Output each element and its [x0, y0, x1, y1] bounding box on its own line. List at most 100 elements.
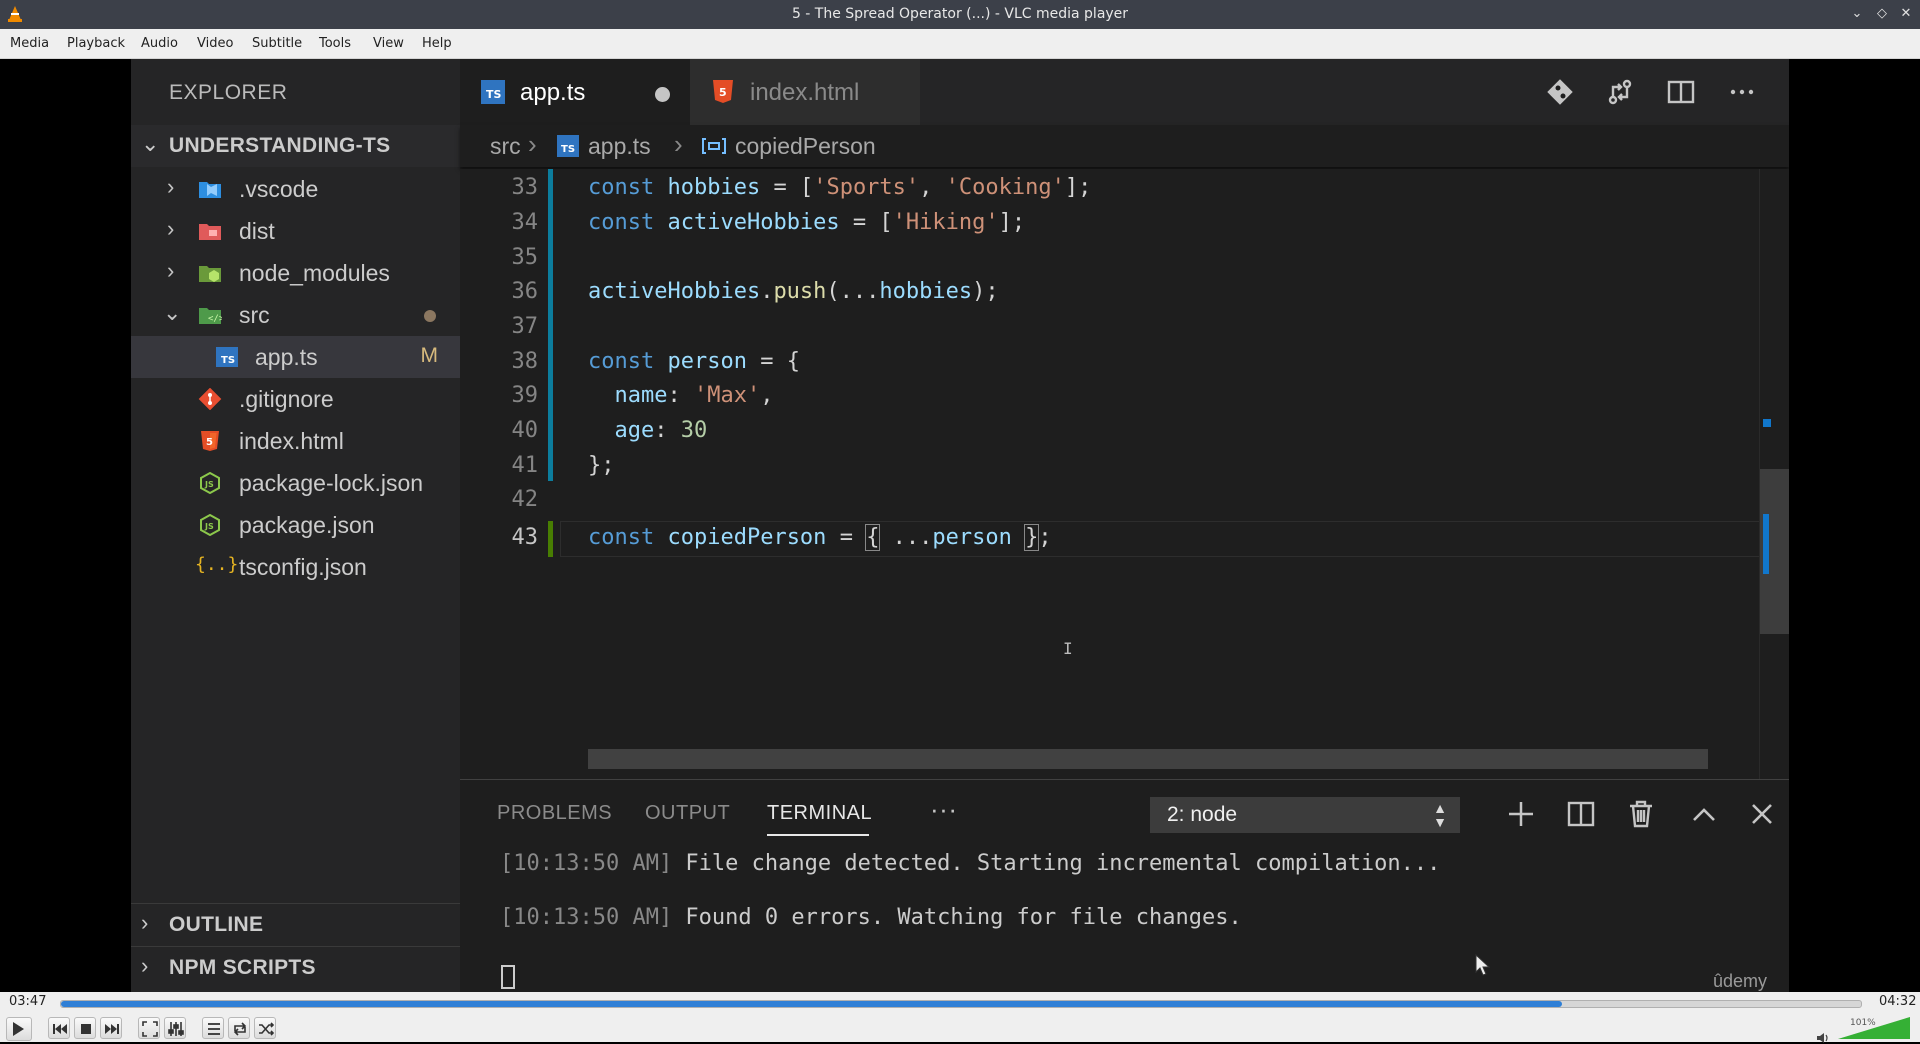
fullscreen-icon: [142, 1021, 158, 1037]
select-arrows-icon: ▲ ▼: [1433, 800, 1447, 830]
breadcrumb-app-ts[interactable]: app.ts: [588, 133, 651, 160]
panel-tab-output[interactable]: OUTPUT: [645, 802, 730, 825]
svg-text:5: 5: [719, 86, 727, 99]
svg-text:JS: JS: [204, 522, 214, 531]
menu-media[interactable]: Media: [10, 36, 49, 51]
maximize-icon[interactable]: ◇: [1873, 5, 1891, 23]
more-actions-icon[interactable]: [1727, 77, 1757, 107]
tab-app-ts[interactable]: TS app.ts: [460, 59, 690, 125]
line-number: 40: [511, 418, 539, 443]
terminal-message: Found 0 errors. Watching for file change…: [672, 905, 1242, 930]
tree-item-index-html[interactable]: 5 index.html: [131, 420, 460, 462]
terminal-select[interactable]: 2: node ▲ ▼: [1150, 797, 1460, 833]
breadcrumb-symbol[interactable]: copiedPerson: [735, 133, 876, 160]
outline-section[interactable]: › OUTLINE: [131, 903, 460, 945]
svg-text:5: 5: [206, 437, 213, 448]
next-button[interactable]: [100, 1017, 122, 1039]
terminal-line: [10:13:50 AM] Found 0 errors. Watching f…: [500, 905, 1242, 930]
unsaved-dot-icon[interactable]: [655, 87, 670, 102]
chevron-down-icon: ⌄: [141, 131, 160, 156]
editor-tabs: TS app.ts 5 index.html: [460, 59, 1789, 125]
mouse-pointer-icon: [1475, 953, 1491, 976]
minimize-icon[interactable]: ⌄: [1848, 5, 1866, 23]
vertical-scrollbar[interactable]: [1759, 169, 1789, 779]
menu-video[interactable]: Video: [197, 36, 233, 51]
tree-item-label: .vscode: [239, 176, 319, 202]
chevron-right-icon: ›: [167, 216, 175, 241]
line-number: 39: [511, 383, 539, 408]
horizontal-scrollbar[interactable]: [588, 749, 1708, 769]
npm-scripts-label: NPM SCRIPTS: [169, 956, 316, 979]
menu-tools[interactable]: Tools: [319, 36, 351, 51]
tree-item-dist[interactable]: › dist: [131, 210, 460, 252]
svg-text:JS: JS: [204, 480, 214, 489]
tree-item-tsconfig-json[interactable]: {..} tsconfig.json: [131, 546, 460, 588]
npm-scripts-section[interactable]: › NPM SCRIPTS: [131, 946, 460, 988]
panel-tab-problems[interactable]: PROBLEMS: [497, 802, 612, 825]
speaker-icon[interactable]: [1816, 1032, 1830, 1044]
add-terminal-icon[interactable]: [1505, 798, 1537, 830]
html-file-icon: 5: [201, 431, 219, 451]
loop-button[interactable]: [228, 1017, 250, 1039]
menu-playback[interactable]: Playback: [67, 36, 125, 51]
vscode-window: EXPLORER ⌄ UNDERSTANDING-TS › .vscode ›: [131, 59, 1789, 992]
menu-subtitle[interactable]: Subtitle: [252, 36, 302, 51]
tree-item-vscode[interactable]: › .vscode: [131, 168, 460, 210]
project-name: UNDERSTANDING-TS: [169, 134, 391, 157]
breadcrumb-src[interactable]: src: [490, 133, 521, 160]
variable-symbol-icon: [702, 138, 726, 154]
tree-item-package-lock-json[interactable]: JS package-lock.json: [131, 462, 460, 504]
open-changes-icon[interactable]: [1605, 77, 1635, 107]
total-time: 04:32: [1879, 994, 1917, 1009]
typescript-file-icon: TS: [216, 347, 238, 367]
tree-item-src[interactable]: ⌄ </> src: [131, 294, 460, 336]
tree-item-app-ts[interactable]: TS app.ts M: [131, 336, 460, 378]
fullscreen-button[interactable]: [138, 1017, 160, 1039]
play-button[interactable]: [6, 1017, 32, 1041]
next-icon: [105, 1024, 119, 1034]
trash-icon[interactable]: [1625, 798, 1657, 830]
video-area[interactable]: EXPLORER ⌄ UNDERSTANDING-TS › .vscode ›: [0, 59, 1920, 992]
window-title: 5 - The Spread Operator (...) - VLC medi…: [791, 6, 1129, 22]
extended-settings-button[interactable]: [164, 1017, 186, 1039]
split-terminal-icon[interactable]: [1565, 798, 1597, 830]
typescript-file-icon: TS: [481, 80, 505, 104]
text-cursor-icon: I: [1063, 639, 1073, 658]
git-gutter-modified: [548, 169, 553, 481]
line-number: 38: [511, 349, 539, 374]
close-panel-icon[interactable]: [1746, 798, 1778, 830]
line-number: 33: [511, 175, 539, 200]
terminal-timestamp: [10:13:50 AM]: [500, 851, 673, 876]
code-editor[interactable]: 33 const hobbies = ['Sports', 'Cooking']…: [460, 169, 1789, 779]
active-tab-indicator: [767, 834, 869, 836]
tree-item-gitignore[interactable]: .gitignore: [131, 378, 460, 420]
project-section[interactable]: ⌄ UNDERSTANDING-TS: [131, 125, 460, 167]
seek-bar[interactable]: [60, 1000, 1862, 1008]
svg-text:TS: TS: [486, 88, 502, 101]
terminal-cursor: [501, 965, 515, 989]
tab-label: app.ts: [520, 79, 586, 106]
seek-progress: [61, 1001, 1563, 1007]
equalizer-icon: [168, 1022, 184, 1036]
previous-button[interactable]: [48, 1017, 70, 1039]
tree-item-package-json[interactable]: JS package.json: [131, 504, 460, 546]
tree-item-node-modules[interactable]: › node_modules: [131, 252, 460, 294]
player-controls: 03:47 04:32: [0, 992, 1920, 1042]
maximize-panel-icon[interactable]: [1688, 798, 1720, 830]
menu-view[interactable]: View: [373, 36, 404, 51]
tab-index-html[interactable]: 5 index.html: [690, 59, 920, 125]
shuffle-button[interactable]: [254, 1017, 276, 1039]
git-compare-icon[interactable]: [1545, 77, 1575, 107]
more-icon[interactable]: ···: [930, 794, 957, 825]
playlist-button[interactable]: [202, 1017, 224, 1039]
panel-tab-terminal[interactable]: TERMINAL: [767, 802, 872, 825]
close-icon[interactable]: ✕: [1897, 5, 1915, 23]
menu-help[interactable]: Help: [422, 36, 452, 51]
stop-button[interactable]: [74, 1017, 96, 1039]
chevron-right-icon: ›: [528, 129, 537, 159]
split-editor-icon[interactable]: [1666, 77, 1696, 107]
line-number: 37: [511, 314, 539, 339]
tree-item-label: package-lock.json: [239, 470, 424, 496]
modified-dot-icon: [424, 310, 436, 322]
menu-audio[interactable]: Audio: [141, 36, 178, 51]
